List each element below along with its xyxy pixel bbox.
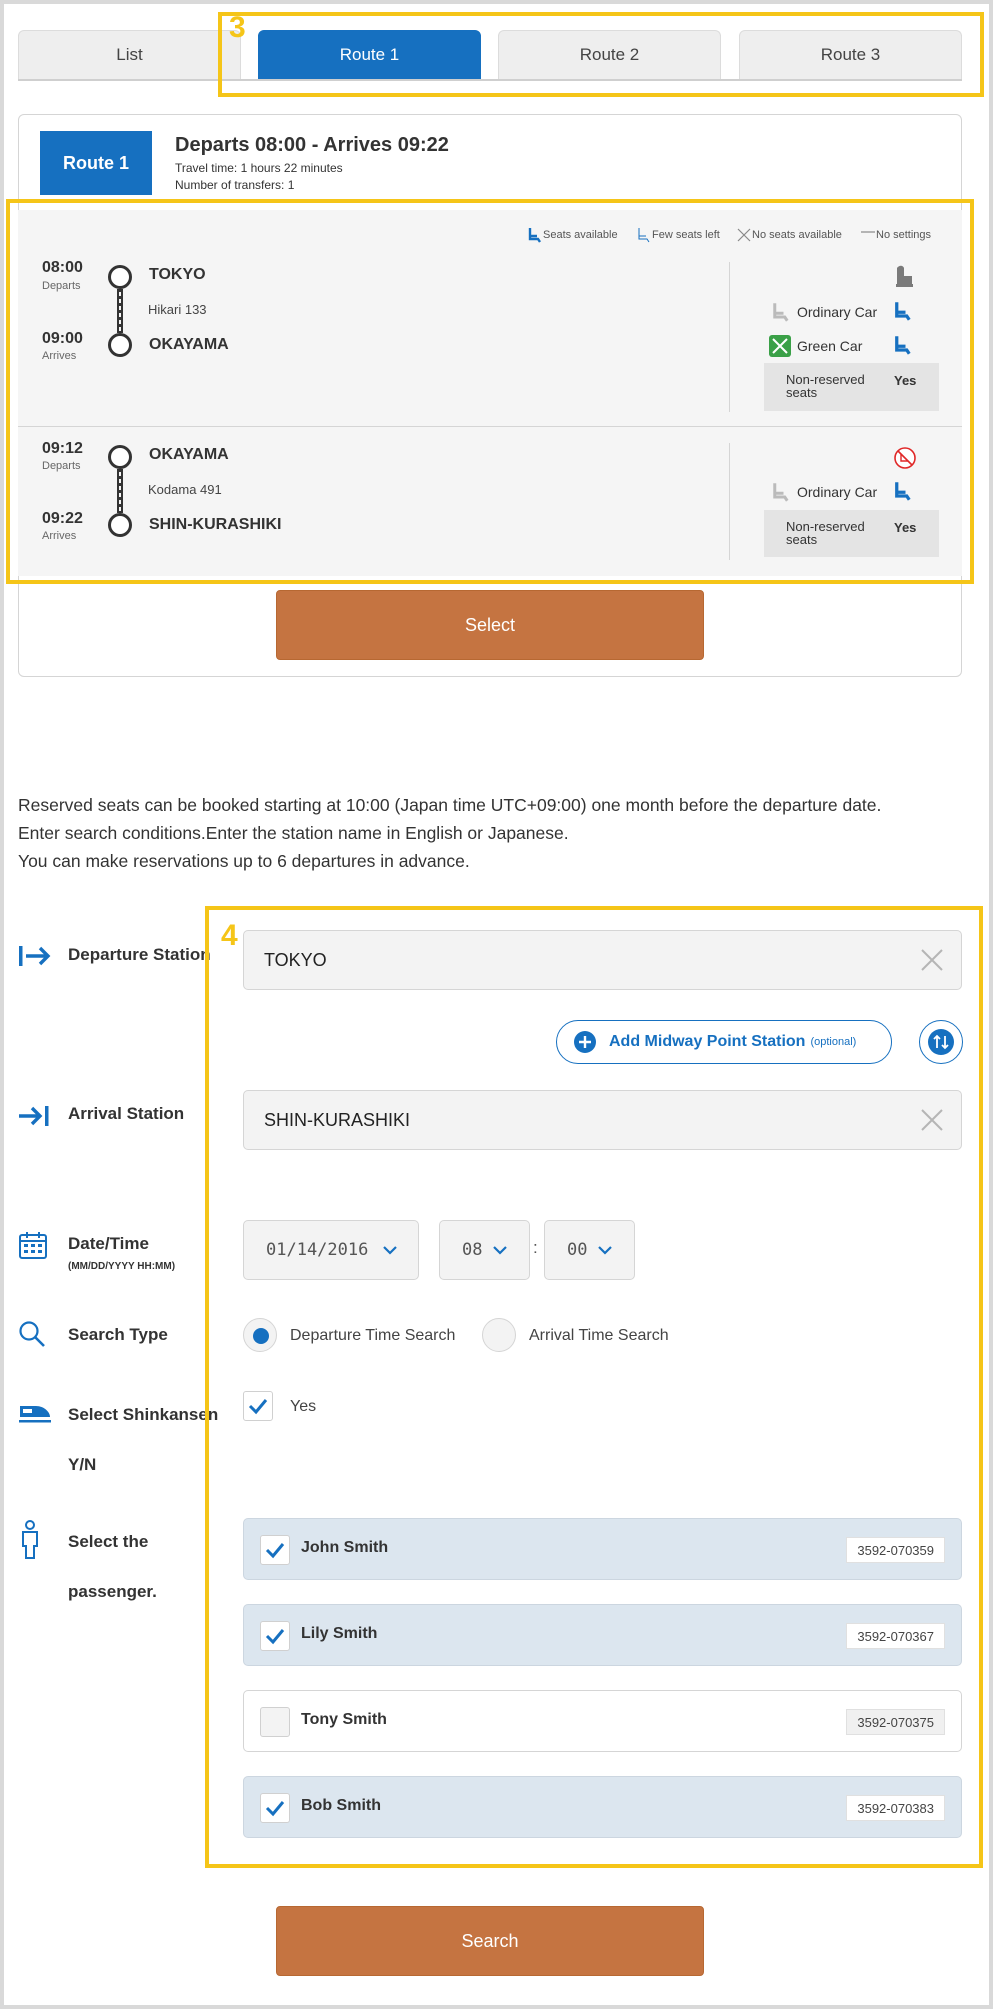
info-search-conditions: Enter search conditions.Enter the statio… xyxy=(18,823,569,843)
search-type-label: Search Type xyxy=(68,1325,168,1344)
arrival-station-label: Arrival Station xyxy=(68,1104,185,1123)
person-icon xyxy=(22,1520,38,1559)
route-summary-title: Departs 08:00 - Arrives 09:22 xyxy=(175,134,449,156)
search-icon xyxy=(19,1321,45,1347)
travel-time: Travel time: 1 hours 22 minutes xyxy=(175,161,343,175)
select-button[interactable]: Select xyxy=(276,590,704,660)
datetime-label: Date/Time xyxy=(68,1234,149,1253)
info-booking-window: Reserved seats can be booked starting at… xyxy=(18,795,882,815)
shinkansen-yn-label: Y/N xyxy=(68,1455,97,1474)
passenger-label-line2: passenger. xyxy=(68,1582,157,1601)
annotation-number-4: 4 xyxy=(221,919,238,952)
calendar-icon xyxy=(19,1232,47,1259)
info-reservation-limit: You can make reservations up to 6 depart… xyxy=(18,851,470,871)
tab-list[interactable]: List xyxy=(18,30,241,80)
departure-station-label: Departure Station xyxy=(68,945,211,964)
shinkansen-icon xyxy=(19,1406,51,1423)
highlight-box-4 xyxy=(205,906,983,1868)
highlight-box-leg xyxy=(6,199,974,584)
arrival-icon xyxy=(19,1106,49,1126)
route-badge: Route 1 xyxy=(40,131,152,195)
passenger-label-line1: Select the xyxy=(68,1532,149,1551)
shinkansen-label: Select Shinkansen xyxy=(68,1405,219,1424)
search-button[interactable]: Search xyxy=(276,1906,704,1976)
departure-icon xyxy=(19,946,51,966)
transfer-count: Number of transfers: 1 xyxy=(175,178,295,192)
datetime-format: (MM/DD/YYYY HH:MM) xyxy=(68,1261,176,1272)
highlight-box-3 xyxy=(218,12,984,97)
annotation-number-3: 3 xyxy=(229,11,246,44)
